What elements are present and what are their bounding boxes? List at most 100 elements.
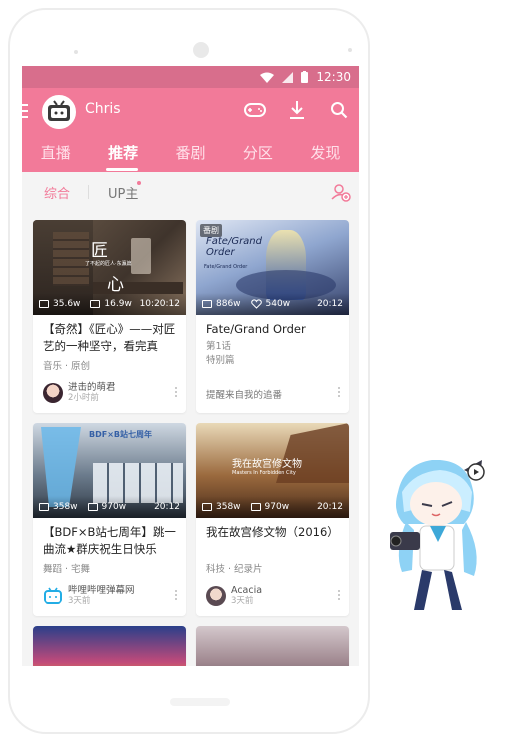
danmaku-count: 970w	[101, 502, 127, 512]
status-time: 12:30	[316, 70, 351, 84]
more-options-icon[interactable]	[338, 387, 341, 399]
subtab-divider	[88, 185, 89, 199]
video-card[interactable]	[33, 626, 186, 666]
thumb-caption: Fate/Grand Order	[206, 236, 262, 258]
danmaku-icon	[87, 503, 98, 511]
upload-time: 2小时前	[68, 393, 99, 403]
duration: 10:20:12	[139, 299, 180, 309]
active-tab-indicator	[106, 168, 138, 171]
video-category: 科技 · 纪录片	[206, 564, 263, 575]
tab-live[interactable]: 直播	[22, 142, 89, 163]
heart-icon	[250, 299, 262, 309]
thumb-small-caption: Masters In Forbidden City	[232, 470, 296, 476]
video-card[interactable]: 我在故宫修文物 Masters In Forbidden City 358w 9…	[196, 423, 349, 616]
like-count: 540w	[265, 299, 291, 309]
thumb-caption: 匠	[91, 241, 108, 261]
thumb-caption: 我在故宫修文物	[232, 459, 302, 470]
uploader-name[interactable]: 哔哩哔哩弹幕网	[68, 585, 135, 596]
play-icon	[202, 503, 212, 511]
video-thumbnail[interactable]: 番剧 Fate/Grand Order Fate/Grand Order 886…	[196, 220, 349, 315]
thumb-stats: 358w 970w 20:12	[196, 496, 349, 518]
video-card[interactable]: 番剧 Fate/Grand Order Fate/Grand Order 886…	[196, 220, 349, 413]
sub-tabs: 综合 UP主	[22, 172, 359, 212]
home-bar	[170, 698, 230, 706]
view-count: 886w	[216, 299, 241, 309]
uploader[interactable]: 哔哩哔哩弹幕网 3天前	[43, 585, 135, 606]
video-card[interactable]: 匠 了不起的匠人·东瀛篇 心 35.6w 16.9w 10:20:12 【奇然】…	[33, 220, 186, 413]
video-category: 舞蹈 · 宅舞	[43, 564, 91, 575]
video-thumbnail[interactable]: 我在故宫修文物 Masters In Forbidden City 358w 9…	[196, 423, 349, 518]
thumb-stats: 35.6w 16.9w 10:20:12	[33, 293, 186, 315]
uploader-name[interactable]: Acacia	[231, 585, 262, 596]
tab-bangumi[interactable]: 番剧	[157, 142, 224, 163]
sensor-dot	[74, 50, 78, 54]
uploader-avatar[interactable]	[43, 382, 63, 403]
danmaku-count: 16.9w	[104, 299, 132, 309]
thumb-small-caption: Fate/Grand Order	[204, 264, 248, 270]
bilibili-tv-icon[interactable]	[43, 586, 63, 606]
video-thumbnail[interactable]: 匠 了不起的匠人·东瀛篇 心 35.6w 16.9w 10:20:12	[33, 220, 186, 315]
thumb-caption: BDF×B站七周年	[89, 430, 153, 439]
upload-time: 3天前	[231, 596, 254, 606]
danmaku-icon	[250, 503, 261, 511]
episode-number: 第1话	[206, 341, 232, 352]
wifi-icon	[260, 72, 275, 83]
danmaku-icon	[90, 300, 101, 308]
play-icon	[39, 300, 49, 308]
play-icon	[202, 300, 212, 308]
add-follow-icon[interactable]	[331, 182, 351, 202]
username[interactable]: Chris	[85, 101, 121, 117]
tab-recommend[interactable]: 推荐	[89, 142, 156, 163]
more-options-icon[interactable]	[175, 387, 178, 399]
view-count: 358w	[53, 502, 78, 512]
danmaku-count: 970w	[264, 502, 290, 512]
episode-title: 特别篇	[206, 355, 235, 366]
game-controller-icon[interactable]	[243, 98, 267, 122]
front-camera	[193, 42, 209, 58]
duration: 20:12	[317, 299, 343, 309]
video-thumbnail[interactable]	[196, 626, 349, 666]
tv-avatar-icon	[48, 100, 70, 121]
video-card[interactable]	[196, 626, 349, 666]
mascot-illustration	[390, 460, 485, 610]
uploader-avatar[interactable]	[206, 585, 226, 606]
uploader[interactable]: Acacia 3天前	[206, 585, 262, 606]
menu-icon[interactable]	[22, 104, 28, 122]
follow-reminder: 提醒来自我的追番	[206, 390, 283, 401]
thumb-caption: 心	[107, 275, 124, 295]
thumb-small-caption: 了不起的匠人·东瀛篇	[85, 261, 132, 267]
video-title[interactable]: 【奇然】《匠心》——对匠艺的一种坚守，看完真的..	[33, 315, 186, 357]
more-options-icon[interactable]	[338, 590, 341, 602]
download-icon[interactable]	[285, 98, 309, 122]
signal-icon	[282, 71, 294, 83]
upload-time: 3天前	[68, 596, 91, 606]
video-card[interactable]: BDF×B站七周年 358w 970w 20:12 【BDF×B站七周年】跳一曲…	[33, 423, 186, 616]
new-dot	[137, 181, 141, 185]
battery-icon	[301, 71, 309, 83]
video-category: 音乐 · 原创	[43, 361, 91, 372]
uploader[interactable]: 进击的萌君 2小时前	[43, 382, 116, 403]
video-title[interactable]: Fate/Grand Order	[196, 315, 349, 337]
thumb-stats: 358w 970w 20:12	[33, 496, 186, 518]
more-options-icon[interactable]	[175, 590, 178, 602]
video-title[interactable]: 【BDF×B站七周年】跳一曲流★群庆祝生日快乐	[33, 518, 186, 560]
user-avatar[interactable]	[42, 95, 76, 129]
duration: 20:12	[317, 502, 343, 512]
status-bar: 12:30	[22, 66, 359, 88]
tab-discover[interactable]: 发现	[292, 142, 359, 163]
video-thumbnail[interactable]	[33, 626, 186, 666]
thumb-stats: 886w 540w 20:12	[196, 293, 349, 315]
video-thumbnail[interactable]: BDF×B站七周年 358w 970w 20:12	[33, 423, 186, 518]
video-title[interactable]: 我在故宫修文物（2016）	[196, 518, 349, 560]
duration: 20:12	[154, 502, 180, 512]
view-count: 35.6w	[53, 299, 81, 309]
app-bar: Chris	[22, 88, 359, 132]
subtab-comprehensive[interactable]: 综合	[44, 183, 70, 202]
main-tabs: 直播 推荐 番剧 分区 发现	[22, 132, 359, 172]
search-icon[interactable]	[327, 98, 351, 122]
tab-category[interactable]: 分区	[224, 142, 291, 163]
view-count: 358w	[216, 502, 241, 512]
play-icon	[39, 503, 49, 511]
subtab-up[interactable]: UP主	[108, 183, 138, 202]
uploader-name[interactable]: 进击的萌君	[68, 382, 116, 393]
